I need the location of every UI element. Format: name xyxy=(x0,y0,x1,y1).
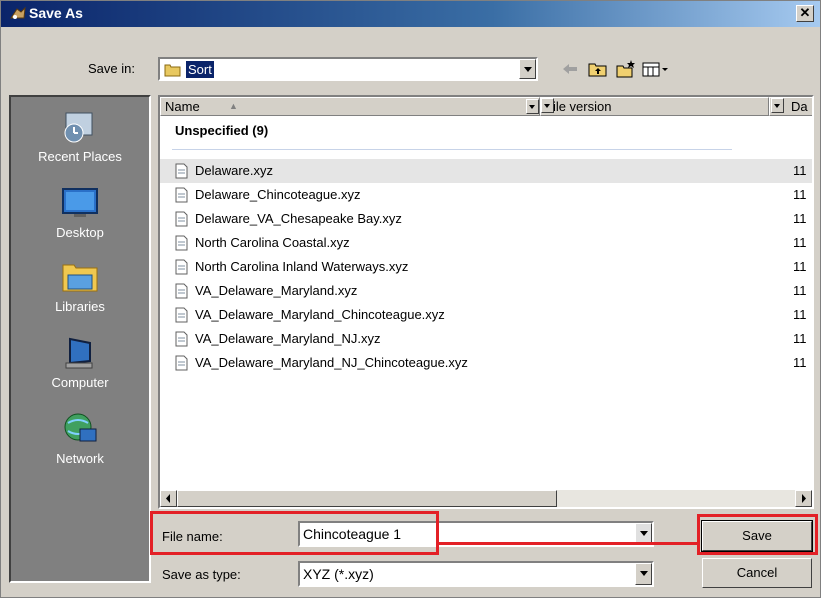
file-name: Delaware_VA_Chesapeake Bay.xyz xyxy=(195,211,402,226)
place-label: Libraries xyxy=(55,299,105,314)
file-name: Delaware.xyz xyxy=(195,163,274,178)
file-version: 11 xyxy=(793,187,807,202)
file-name: VA_Delaware_Maryland.xyz xyxy=(195,283,358,298)
window-title: Save As xyxy=(29,5,83,21)
save-in-dropdown-button[interactable] xyxy=(519,59,536,79)
file-version: 11 xyxy=(793,259,807,274)
file-icon xyxy=(175,331,188,347)
scroll-left-button[interactable] xyxy=(160,490,177,507)
file-row[interactable]: North Carolina Coastal.xyz 11 xyxy=(160,231,812,255)
file-version: 11 xyxy=(793,163,807,178)
save-button-highlight xyxy=(697,514,818,555)
file-version: 11 xyxy=(793,235,807,250)
new-folder-icon[interactable] xyxy=(615,59,637,79)
file-version: 11 xyxy=(793,331,807,346)
file-icon xyxy=(175,307,188,323)
network-icon xyxy=(64,413,97,442)
chevron-left-icon xyxy=(166,494,170,503)
desktop-icon xyxy=(62,188,98,217)
column-filter-button[interactable] xyxy=(526,99,539,114)
file-version: 11 xyxy=(793,283,807,298)
place-computer[interactable]: Computer xyxy=(11,333,149,390)
horizontal-scrollbar[interactable] xyxy=(160,490,812,507)
group-header: Unspecified (9) xyxy=(175,123,269,138)
file-icon xyxy=(175,187,188,203)
file-name-highlight xyxy=(150,511,439,555)
view-menu-icon[interactable] xyxy=(641,59,671,79)
place-label: Desktop xyxy=(56,225,104,240)
file-version: 11 xyxy=(793,211,807,226)
file-version: 11 xyxy=(793,307,807,322)
save-as-dialog: Save As ✕ Save in: Sort Recent Places De… xyxy=(0,0,821,598)
file-icon xyxy=(175,211,188,227)
file-row[interactable]: Delaware_VA_Chesapeake Bay.xyz 11 xyxy=(160,207,812,231)
close-button[interactable]: ✕ xyxy=(796,5,814,22)
file-name: Delaware_Chincoteague.xyz xyxy=(195,187,361,202)
file-list-view[interactable]: Name ▲ File version Da Unspecified (9) D… xyxy=(158,95,814,509)
save-in-label: Save in: xyxy=(88,61,135,76)
title-bar[interactable]: Save As ✕ xyxy=(1,1,820,27)
save-in-dropdown[interactable]: Sort xyxy=(158,57,538,81)
computer-icon xyxy=(65,337,93,369)
save-as-type-dropdown-button[interactable] xyxy=(635,563,652,585)
chevron-right-icon xyxy=(802,494,806,503)
file-icon xyxy=(175,355,188,371)
place-desktop[interactable]: Desktop xyxy=(11,183,149,240)
place-label: Recent Places xyxy=(38,149,122,164)
cancel-button[interactable]: Cancel xyxy=(702,558,812,588)
file-icon xyxy=(175,259,188,275)
file-name: VA_Delaware_Maryland_NJ_Chincoteague.xyz xyxy=(195,355,468,370)
place-libraries[interactable]: Libraries xyxy=(11,257,149,314)
file-row[interactable]: Delaware_Chincoteague.xyz 11 xyxy=(160,183,812,207)
file-row[interactable]: VA_Delaware_Maryland_NJ.xyz 11 xyxy=(160,327,812,351)
file-rows: Delaware.xyz 11 Delaware_Chincoteague.xy… xyxy=(160,159,812,375)
back-arrow-icon[interactable] xyxy=(559,59,581,79)
file-version: 11 xyxy=(793,355,807,370)
sort-ascending-icon: ▲ xyxy=(229,101,238,111)
folder-icon xyxy=(164,64,181,77)
file-row[interactable]: VA_Delaware_Maryland_NJ_Chincoteague.xyz… xyxy=(160,351,812,375)
column-filter-button[interactable] xyxy=(541,98,554,113)
highlight-connector xyxy=(437,542,699,545)
place-network[interactable]: Network xyxy=(11,409,149,466)
place-label: Computer xyxy=(51,375,109,390)
file-icon xyxy=(175,235,188,251)
file-row[interactable]: VA_Delaware_Maryland_Chincoteague.xyz 11 xyxy=(160,303,812,327)
save-in-value: Sort xyxy=(186,61,214,78)
file-name: North Carolina Coastal.xyz xyxy=(195,235,350,250)
column-header-label: Da xyxy=(791,99,808,114)
scroll-right-button[interactable] xyxy=(795,490,812,507)
libraries-icon xyxy=(62,264,98,292)
file-name: VA_Delaware_Maryland_NJ.xyz xyxy=(195,331,381,346)
group-divider xyxy=(172,149,732,150)
file-name: North Carolina Inland Waterways.xyz xyxy=(195,259,409,274)
close-icon: ✕ xyxy=(799,5,811,20)
file-name: VA_Delaware_Maryland_Chincoteague.xyz xyxy=(195,307,445,322)
column-header-name[interactable]: Name ▲ xyxy=(160,97,540,116)
places-bar: Recent Places Desktop Libraries Computer xyxy=(9,95,151,583)
save-as-type-value: XYZ (*.xyz) xyxy=(303,566,374,582)
file-row[interactable]: VA_Delaware_Maryland.xyz 11 xyxy=(160,279,812,303)
place-recent-places[interactable]: Recent Places xyxy=(11,107,149,164)
place-label: Network xyxy=(56,451,104,466)
save-as-type-dropdown[interactable]: XYZ (*.xyz) xyxy=(298,561,654,587)
scroll-thumb[interactable] xyxy=(177,490,557,507)
column-filter-button[interactable] xyxy=(771,98,784,113)
file-icon xyxy=(175,283,188,299)
file-row[interactable]: Delaware.xyz 11 xyxy=(160,159,812,183)
recent-places-icon xyxy=(64,112,93,143)
up-folder-icon[interactable] xyxy=(587,59,609,79)
app-icon xyxy=(10,6,26,19)
column-header-label: File version xyxy=(545,99,612,114)
file-icon xyxy=(175,163,188,179)
save-as-type-label: Save as type: xyxy=(162,567,241,582)
column-header-file-version[interactable]: File version xyxy=(540,97,769,116)
column-header-label: Name xyxy=(165,99,200,114)
file-row[interactable]: North Carolina Inland Waterways.xyz 11 xyxy=(160,255,812,279)
